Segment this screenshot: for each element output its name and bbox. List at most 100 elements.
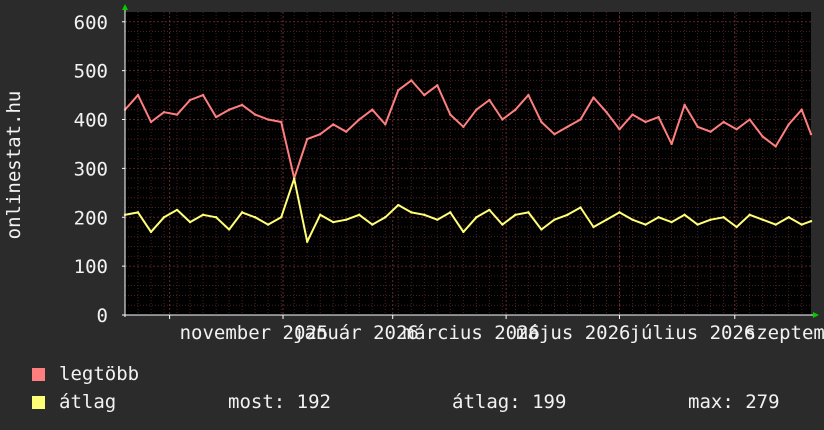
data-point-avg	[201, 213, 205, 217]
data-point-avg	[436, 218, 439, 221]
data-point-max	[488, 98, 491, 102]
data-point-avg	[410, 211, 413, 214]
x-tick-label: május 2026	[516, 322, 630, 344]
y-tick-label: 0	[97, 305, 108, 327]
data-point-max	[175, 113, 179, 116]
data-point-max	[162, 110, 166, 114]
data-point-avg	[657, 216, 660, 219]
stat-max: max: 279	[688, 391, 780, 413]
stat-now: most: 192	[228, 391, 331, 413]
y-tick-label: 400	[74, 110, 108, 132]
data-point-avg	[253, 216, 257, 219]
data-point-max	[618, 128, 621, 131]
data-point-avg	[774, 223, 777, 226]
data-point-avg	[605, 218, 608, 221]
data-point-avg	[488, 208, 491, 212]
data-point-max	[696, 125, 699, 129]
data-point-avg	[188, 220, 192, 224]
data-point-max	[436, 84, 439, 87]
data-point-max	[644, 120, 647, 124]
data-point-avg	[462, 230, 465, 234]
data-point-max	[305, 137, 309, 141]
data-point-max	[253, 113, 257, 116]
data-point-max	[449, 113, 452, 116]
data-point-avg	[553, 218, 556, 221]
data-point-avg	[475, 216, 478, 219]
data-point-avg	[787, 216, 790, 219]
data-point-max	[579, 118, 582, 121]
legend-item-avg: átlag most: 192 átlag: 199 max: 279	[32, 390, 812, 414]
data-point-avg	[618, 211, 621, 214]
data-point-max	[462, 125, 465, 129]
data-point-max	[410, 79, 413, 82]
data-point-avg	[266, 223, 270, 226]
data-point-avg	[292, 177, 296, 180]
data-point-max	[240, 103, 244, 107]
data-point-max	[201, 93, 205, 97]
legend-swatch-avg	[32, 396, 45, 409]
data-point-avg	[384, 216, 387, 219]
data-point-max	[345, 130, 348, 133]
data-point-avg	[240, 211, 244, 214]
data-point-avg	[683, 213, 686, 217]
data-point-avg	[345, 218, 348, 221]
x-tick-label: szeptember	[745, 322, 824, 344]
data-point-max	[475, 108, 478, 111]
y-tick-label: 600	[74, 12, 108, 34]
data-point-avg	[735, 225, 738, 229]
y-axis-label: onlinestat.hu	[0, 0, 28, 320]
y-tick-label: 200	[74, 207, 108, 229]
data-point-max	[800, 108, 803, 111]
data-point-max	[332, 123, 335, 126]
data-point-max	[188, 98, 192, 102]
data-point-avg	[319, 213, 322, 217]
data-point-avg	[696, 223, 699, 226]
data-point-max	[371, 108, 374, 111]
data-point-avg	[514, 213, 517, 217]
legend-swatch-max	[32, 368, 45, 381]
data-point-max	[709, 130, 712, 133]
data-point-avg	[332, 220, 335, 224]
data-point-max	[136, 93, 140, 97]
data-point-max	[540, 120, 543, 124]
data-point-avg	[800, 223, 803, 226]
data-point-max	[527, 93, 530, 97]
data-point-max	[657, 115, 660, 119]
data-point-max	[149, 120, 153, 124]
data-point-max	[683, 103, 686, 107]
data-point-avg	[644, 223, 647, 226]
y-tick-label: 300	[74, 158, 108, 180]
data-point-avg	[279, 216, 283, 219]
data-point-max	[397, 88, 400, 92]
data-point-max	[605, 110, 608, 114]
data-point-avg	[579, 206, 582, 209]
data-point-max	[774, 145, 777, 148]
legend-label-avg: átlag	[59, 391, 117, 413]
data-point-avg	[214, 216, 218, 219]
data-point-max	[592, 96, 595, 99]
plot-area	[125, 12, 811, 315]
data-point-avg	[540, 228, 543, 231]
data-point-max	[266, 118, 270, 121]
site-label: onlinestat.hu	[3, 90, 25, 240]
data-point-avg	[162, 216, 166, 219]
data-point-max	[809, 132, 813, 136]
data-point-avg	[501, 223, 504, 226]
data-point-max	[787, 123, 790, 126]
data-point-avg	[371, 223, 374, 226]
data-point-max	[358, 118, 361, 121]
x-tick-label: július 2026	[630, 322, 756, 344]
data-point-max	[761, 135, 764, 138]
data-point-avg	[527, 211, 530, 214]
data-point-avg	[592, 225, 595, 229]
data-point-max	[384, 123, 387, 126]
data-point-max	[722, 120, 725, 124]
data-point-avg	[748, 213, 751, 217]
data-point-max	[214, 115, 218, 119]
data-point-max	[423, 93, 426, 97]
data-point-max	[735, 128, 738, 131]
data-point-max	[279, 120, 283, 124]
data-point-avg	[449, 211, 452, 214]
data-point-max	[748, 118, 751, 121]
data-point-avg	[722, 216, 725, 219]
